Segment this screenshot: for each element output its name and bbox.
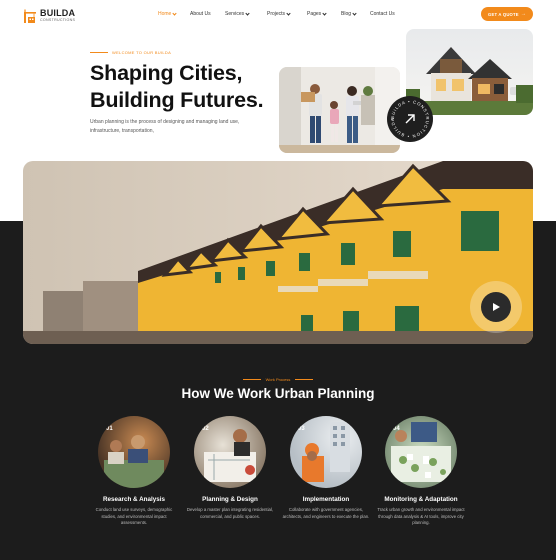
step-title: Research & Analysis	[102, 496, 166, 503]
process-step-monitoring: 04 Monitoring & Adaptation Track urban g…	[371, 416, 471, 527]
nav-item-blog[interactable]: Blog	[341, 10, 370, 17]
chevron-down-icon	[352, 10, 357, 16]
step-description: Conduct land use surveys, demographic st…	[95, 507, 173, 525]
step-image: 01	[98, 416, 170, 488]
hero-title-line-1: Shaping Cities,	[90, 61, 243, 85]
hero-eyebrow: WELCOME TO OUR BUILDA	[90, 50, 171, 55]
step-title: Monitoring & Adaptation	[384, 496, 458, 503]
play-icon	[493, 303, 500, 311]
step-number: 02	[202, 426, 209, 432]
chevron-down-icon	[286, 10, 291, 16]
nav-label: Home	[158, 11, 172, 17]
process-step-implementation: 03 Implementation Collaborate with gover…	[276, 416, 376, 520]
step-image: 04	[385, 416, 457, 488]
step-title: Planning & Design	[202, 496, 258, 503]
hero-title-line-2: Building Futures.	[90, 88, 264, 112]
arrow-up-right-icon	[405, 114, 415, 124]
arrow-right-icon: →	[520, 11, 526, 17]
step-description: Track urban growth and environmental imp…	[377, 507, 465, 525]
crane-logo-icon	[23, 9, 37, 23]
townhouses-photo	[23, 161, 533, 344]
hero-eyebrow-text: WELCOME TO OUR BUILDA	[112, 50, 172, 55]
nav-item-about-us[interactable]: About Us	[190, 11, 225, 17]
process-step-planning: 02 Planning & Design Develop a master pl…	[180, 416, 280, 520]
step-number: 04	[393, 426, 400, 432]
hero-description: Urban planning is the process of designi…	[90, 119, 240, 134]
nav-item-contact-us[interactable]: Contact Us	[370, 11, 400, 17]
nav-label: Pages	[307, 11, 322, 17]
svg-text:BUILDA • CONSTRUCTION • BUILDA: BUILDA • CONSTRUCTION • BUILDA •	[387, 96, 430, 139]
step-number: 01	[106, 426, 113, 432]
chevron-down-icon	[172, 10, 177, 16]
chevron-down-icon	[245, 10, 250, 16]
process-eyebrow: Work Process	[0, 377, 556, 382]
process-step-research: 01 Research & Analysis Conduct land use …	[84, 416, 184, 527]
brand-logo[interactable]: BUILDA CONSTRUCTIONS	[23, 7, 83, 25]
badge-circular-text: BUILDA • CONSTRUCTION • BUILDA •	[386, 92, 429, 139]
brand-tagline: CONSTRUCTIONS	[40, 18, 76, 23]
get-a-quote-button[interactable]: GET A QUOTE →	[481, 7, 533, 21]
video-play-button[interactable]	[481, 292, 511, 322]
main-navigation: Home About Us Services Projects Pages Bl…	[158, 10, 400, 17]
brand-name: BUILDA	[40, 8, 76, 19]
step-title: Implementation	[302, 496, 350, 503]
nav-label: About Us	[190, 11, 211, 17]
step-description: Collaborate with government agencies, ar…	[282, 507, 370, 519]
hero-title: Shaping Cities, Building Futures.	[90, 60, 264, 114]
rotating-badge[interactable]: BUILDA • CONSTRUCTION • BUILDA •	[386, 92, 433, 142]
nav-label: Services	[225, 11, 245, 17]
nav-item-services[interactable]: Services	[225, 10, 267, 17]
step-number: 03	[298, 426, 305, 432]
nav-label: Contact Us	[370, 11, 395, 17]
chevron-down-icon	[322, 10, 327, 16]
process-title: How We Work Urban Planning	[181, 386, 375, 401]
nav-label: Projects	[267, 11, 286, 17]
process-eyebrow-text: Work Process	[265, 377, 291, 382]
nav-item-pages[interactable]: Pages	[307, 10, 341, 17]
nav-item-home[interactable]: Home	[158, 10, 190, 17]
nav-label: Blog	[341, 11, 352, 17]
nav-item-projects[interactable]: Projects	[267, 10, 307, 17]
quote-button-label: GET A QUOTE	[488, 11, 519, 17]
step-image: 03	[290, 416, 362, 488]
step-description: Develop a master plan integrating reside…	[186, 507, 274, 519]
step-image: 02	[194, 416, 266, 488]
family-moving-photo	[279, 67, 400, 153]
